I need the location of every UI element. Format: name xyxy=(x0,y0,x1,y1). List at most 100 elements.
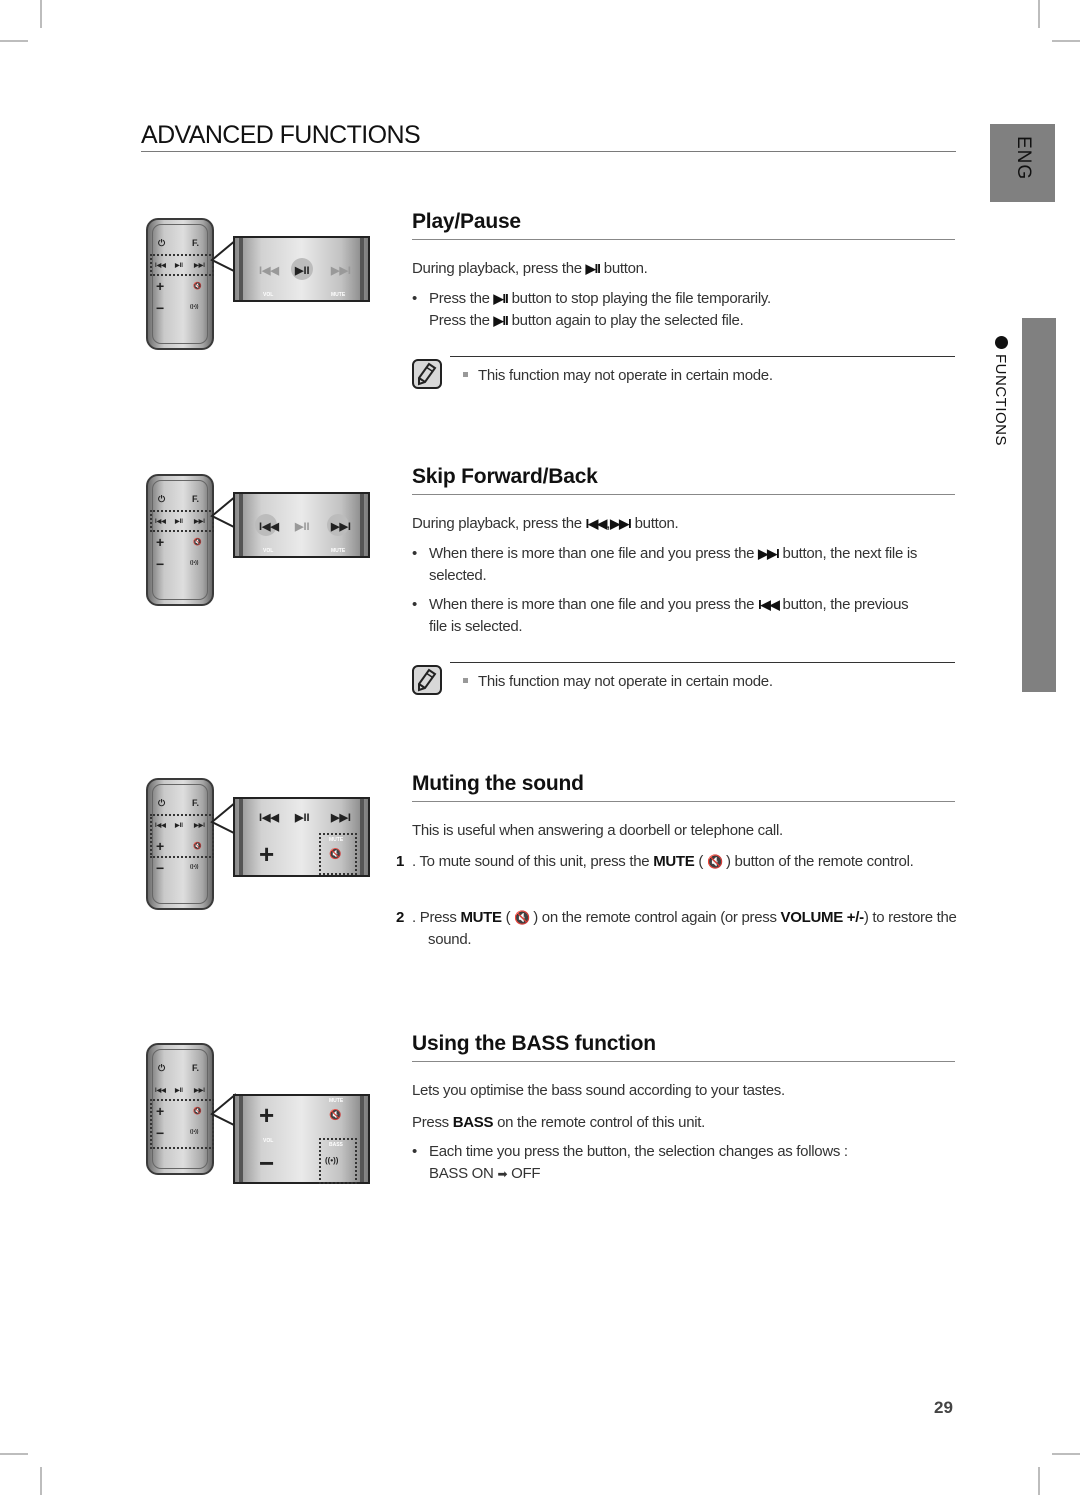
muting-intro: This is useful when answering a doorbell… xyxy=(412,822,783,839)
remote-illustration: ⏻ F. I◀◀ ▶II ▶▶I + 🔇 − ((•)) xyxy=(146,1043,214,1175)
remote-illustration: ⏻ F. I◀◀ ▶II ▶▶I + 🔇 − ((•)) xyxy=(146,778,214,910)
prev-icon: I◀◀ xyxy=(758,597,780,612)
prev-icon: I◀◀ xyxy=(259,521,279,533)
mute-icon: 🔇 xyxy=(514,910,530,925)
note-pencil-icon xyxy=(412,359,442,389)
page-number: 29 xyxy=(934,1398,953,1417)
note-pencil-icon xyxy=(412,665,442,695)
section-divider xyxy=(412,1061,955,1062)
play-pause-icon: ▶II xyxy=(493,291,509,306)
crop-mark xyxy=(1052,1453,1080,1455)
language-label: ENG xyxy=(1013,136,1034,181)
skip-bullet-next: • When there is more than one file and yo… xyxy=(412,545,918,584)
crop-mark xyxy=(1038,0,1040,28)
play-pause-note: This function may not operate in certain… xyxy=(463,367,773,384)
section-title-play-pause: Play/Pause xyxy=(412,210,521,233)
highlight-region xyxy=(150,510,214,532)
power-icon: ⏻ xyxy=(158,494,166,504)
plus-icon: + xyxy=(156,534,165,550)
next-icon: ▶▶I xyxy=(758,546,780,561)
function-icon: F. xyxy=(192,798,200,808)
prev-icon: I◀◀ xyxy=(585,516,608,531)
mute-icon: 🔇 xyxy=(329,1110,342,1121)
bass-sequence: BASS ON ➡ OFF xyxy=(429,1164,541,1182)
section-divider xyxy=(412,239,955,240)
section-title-muting: Muting the sound xyxy=(412,772,584,795)
play-pause-icon: ▶II xyxy=(585,261,601,276)
arrow-right-icon: ➡ xyxy=(497,1166,508,1181)
skip-intro: During playback, press the I◀◀,▶▶I butto… xyxy=(412,515,679,532)
prev-icon: I◀◀ xyxy=(259,265,279,277)
plus-icon: + xyxy=(156,278,165,294)
vol-label: VOL xyxy=(263,292,274,298)
bass-bullet: • Each time you press the button, the sel… xyxy=(412,1143,848,1182)
bass-press-instruction: Press BASS on the remote control of this… xyxy=(412,1114,706,1131)
mute-label: MUTE xyxy=(329,1098,344,1104)
crop-mark xyxy=(1038,1467,1040,1495)
prev-icon: I◀◀ xyxy=(155,1088,166,1094)
plus-icon: + xyxy=(259,1100,275,1130)
crop-mark xyxy=(1052,40,1080,42)
play-pause-icon: ▶II xyxy=(493,312,509,328)
highlight-region xyxy=(150,814,214,858)
muting-step-2: 2. Press MUTE ( 🔇 ) on the remote contro… xyxy=(396,909,957,948)
section-title-skip: Skip Forward/Back xyxy=(412,465,598,488)
remote-illustration: ⏻ F. I◀◀ ▶II ▶▶I + 🔇 − ((•)) xyxy=(146,474,214,606)
mute-label: MUTE xyxy=(331,548,346,554)
chapter-bullet-icon xyxy=(995,336,1008,349)
skip-bullet-prev: • When there is more than one file and yo… xyxy=(412,596,909,635)
function-icon: F. xyxy=(192,1063,200,1073)
play-pause-icon: ▶II xyxy=(175,1088,183,1094)
highlight-region xyxy=(150,1099,214,1149)
bass-icon: ((•)) xyxy=(190,304,199,310)
vol-label: VOL xyxy=(263,1138,274,1144)
chapter-tab-bar xyxy=(1022,318,1056,692)
power-icon: ⏻ xyxy=(158,798,166,808)
function-icon: F. xyxy=(192,238,200,248)
next-icon: ▶▶I xyxy=(331,265,351,277)
zoomed-panel: I◀◀ ▶II ▶▶I VOL MUTE xyxy=(233,236,370,302)
play-pause-icon: ▶II xyxy=(295,812,310,824)
play-pause-icon: ▶II xyxy=(295,521,310,533)
mute-icon: 🔇 xyxy=(193,283,202,290)
section-divider xyxy=(412,801,955,802)
mute-icon: 🔇 xyxy=(329,849,342,860)
minus-icon: − xyxy=(156,556,165,572)
language-tab: ENG xyxy=(990,124,1055,202)
page-title: ADVANCED FUNCTIONS xyxy=(141,121,421,149)
section-title-bass: Using the BASS function xyxy=(412,1032,656,1055)
plus-icon: + xyxy=(259,839,275,869)
note-divider xyxy=(450,662,955,663)
mute-label: MUTE xyxy=(329,837,344,843)
bass-intro: Lets you optimise the bass sound accordi… xyxy=(412,1082,785,1099)
skip-note: This function may not operate in certain… xyxy=(463,673,773,690)
next-icon: ▶▶I xyxy=(194,1088,205,1094)
mute-icon: 🔇 xyxy=(193,539,202,546)
bass-icon: ((•)) xyxy=(325,1156,339,1165)
remote-illustration: ⏻ F. I◀◀ ▶II ▶▶I + 🔇 − ((•)) xyxy=(146,218,214,350)
play-pause-icon: ▶II xyxy=(295,265,310,277)
zoomed-panel: I◀◀ ▶II ▶▶I VOL MUTE xyxy=(233,492,370,558)
bass-icon: ((•)) xyxy=(190,864,199,870)
note-divider xyxy=(450,356,955,357)
vol-label: VOL xyxy=(263,548,274,554)
bass-icon: ((•)) xyxy=(190,560,199,566)
chapter-label: FUNCTIONS xyxy=(992,354,1009,446)
crop-mark xyxy=(0,1453,28,1455)
highlight-region xyxy=(150,254,214,276)
prev-icon: I◀◀ xyxy=(259,812,279,824)
next-icon: ▶▶I xyxy=(331,521,351,533)
minus-icon: − xyxy=(259,1148,275,1178)
mute-label: MUTE xyxy=(331,292,346,298)
next-icon: ▶▶I xyxy=(610,516,632,531)
bass-label: BASS xyxy=(329,1142,343,1148)
title-divider xyxy=(141,151,956,152)
muting-step-1: 1. To mute sound of this unit, press the… xyxy=(396,853,914,870)
section-divider xyxy=(412,494,955,495)
minus-icon: − xyxy=(156,300,165,316)
function-icon: F. xyxy=(192,494,200,504)
power-icon: ⏻ xyxy=(158,1063,166,1073)
power-icon: ⏻ xyxy=(158,238,166,248)
minus-icon: − xyxy=(156,860,165,876)
crop-mark xyxy=(0,40,28,42)
